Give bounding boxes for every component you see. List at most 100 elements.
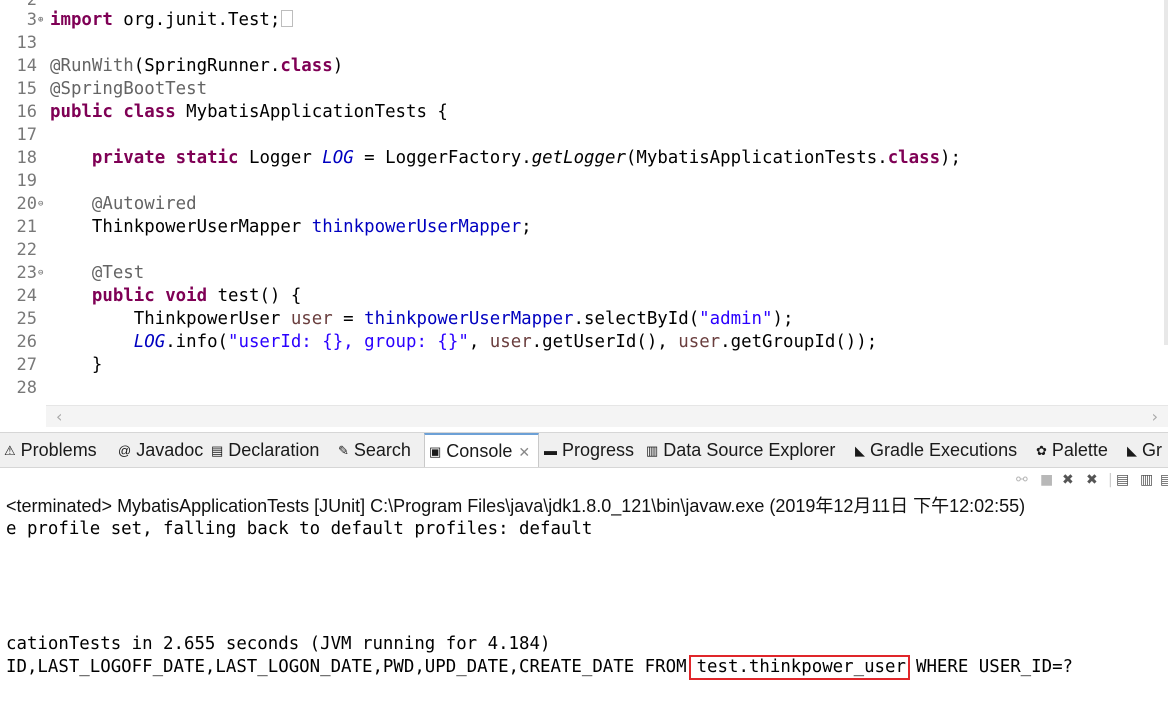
- tab-console[interactable]: ▣ Console ✕: [424, 433, 540, 467]
- tab-declaration[interactable]: ▤ Declaration: [211, 433, 319, 467]
- toolbar-separator: |: [1108, 472, 1113, 488]
- code-line: private static Logger LOG = LoggerFactor…: [50, 147, 961, 170]
- remove-launch-icon[interactable]: ✖: [1062, 472, 1074, 488]
- tab-label: Javadoc: [136, 440, 204, 460]
- word-wrap-icon[interactable]: ▤: [1160, 472, 1168, 488]
- code-token: static: [175, 148, 239, 168]
- collapsed-imports-marker[interactable]: [281, 10, 294, 27]
- code-token: ThinkpowerUser: [50, 309, 291, 329]
- code-line: @Autowired: [50, 193, 197, 216]
- tab-label: Problems: [20, 440, 97, 460]
- palette-icon: ✿: [1036, 443, 1047, 458]
- code-token: public: [91, 286, 155, 306]
- scroll-right-icon[interactable]: ›: [1152, 407, 1158, 426]
- code-editor[interactable]: 2 3 ⊕ 13 14 15 16 17 18 19 20 ⊖ 21 22 23 ⊖ 24 25 26 27 28 i…: [0, 0, 1168, 405]
- code-token: =: [332, 309, 365, 329]
- search-icon: ✎: [338, 443, 349, 458]
- code-line: LOG.info("userId: {}, group: {}", user.g…: [50, 331, 877, 354]
- code-token: public: [50, 102, 113, 122]
- line-number: 16: [16, 102, 37, 122]
- close-tab-icon[interactable]: ✕: [518, 444, 530, 460]
- progress-icon: ▬: [544, 443, 557, 458]
- code-line: ThinkpowerUserMapper thinkpowerUserMappe…: [50, 216, 532, 239]
- tab-problems[interactable]: ⚠ Problems: [4, 433, 97, 467]
- code-token: LOG: [133, 332, 166, 352]
- tab-label: Palette: [1051, 440, 1108, 460]
- code-token: void: [165, 286, 208, 306]
- horizontal-scrollbar[interactable]: ‹ ›: [46, 405, 1168, 427]
- tab-javadoc[interactable]: @ Javadoc: [118, 433, 204, 467]
- tab-gradle-executions[interactable]: ◣ Gradle Executions: [855, 433, 1017, 467]
- tab-label: Progress: [562, 440, 635, 460]
- declaration-icon: ▤: [211, 443, 224, 458]
- expand-fold-icon[interactable]: ⊕: [38, 9, 46, 32]
- code-token: ,: [468, 332, 490, 352]
- line-number: 21: [16, 217, 37, 237]
- terminate-icon[interactable]: ■: [1040, 472, 1053, 488]
- code-token: .getUserId(),: [531, 332, 679, 352]
- tab-palette[interactable]: ✿ Palette: [1036, 433, 1108, 467]
- code-token: thinkpowerUserMapper: [364, 309, 574, 329]
- code-token: ThinkpowerUserMapper: [50, 217, 312, 237]
- console-line-text: ID,LAST_LOGOFF_DATE,LAST_LOGON_DATE,PWD,…: [6, 657, 687, 677]
- code-token: MybatisApplicationTests {: [175, 102, 448, 122]
- tab-gr[interactable]: ◣ Gr: [1127, 433, 1162, 467]
- code-token: .selectById(: [573, 309, 700, 329]
- line-number: 28: [16, 378, 37, 398]
- clear-console-icon[interactable]: ▤: [1116, 472, 1129, 488]
- code-token: class: [123, 102, 176, 122]
- tab-progress[interactable]: ▬ Progress: [544, 433, 635, 467]
- code-token: @Test: [91, 263, 145, 283]
- tab-label: Data Source Explorer: [663, 440, 836, 460]
- line-number: 19: [16, 171, 37, 191]
- line-number: 15: [16, 79, 37, 99]
- pin-console-icon[interactable]: ⚯: [1016, 472, 1028, 488]
- problems-icon: ⚠: [4, 443, 16, 458]
- code-token: Logger: [238, 148, 323, 168]
- line-number: 23: [16, 263, 37, 283]
- line-number: 17: [16, 125, 37, 145]
- line-number: 13: [16, 33, 37, 53]
- vertical-scrollbar[interactable]: [1164, 0, 1168, 345]
- code-line: }: [50, 354, 102, 377]
- code-line: public void test() {: [50, 285, 301, 308]
- gradle-icon: ◣: [855, 443, 865, 458]
- code-token: import: [50, 10, 113, 30]
- scroll-lock-icon[interactable]: ▥: [1140, 472, 1153, 488]
- console-line: e profile set, falling back to default p…: [6, 519, 593, 539]
- console-line: cationTests in 2.655 seconds (JVM runnin…: [6, 634, 551, 654]
- code-token: }: [50, 355, 103, 375]
- code-token: user: [290, 309, 333, 329]
- code-token: ): [332, 56, 344, 76]
- code-token: private: [91, 148, 166, 168]
- code-token: "admin": [699, 309, 773, 329]
- tab-data-source-explorer[interactable]: ▥ Data Source Explorer: [646, 433, 836, 467]
- code-token: .getGroupId());: [720, 332, 878, 352]
- code-token: (MybatisApplicationTests.: [625, 148, 888, 168]
- code-token: LOG: [322, 148, 354, 168]
- console-line: ID,LAST_LOGOFF_DATE,LAST_LOGON_DATE,PWD,…: [6, 655, 1074, 680]
- code-token: ;: [521, 217, 532, 237]
- code-token: org.junit.Test;: [112, 10, 281, 30]
- tab-label: Search: [353, 440, 411, 460]
- console-output[interactable]: <terminated> MybatisApplicationTests [JU…: [0, 492, 1168, 727]
- code-line: @SpringBootTest: [50, 78, 207, 101]
- code-line: public class MybatisApplicationTests {: [50, 101, 448, 124]
- scroll-left-icon[interactable]: ‹: [56, 407, 62, 426]
- console-line-text: WHERE USER_ID=?: [915, 657, 1074, 677]
- code-token: "userId: {}, group: {}": [228, 332, 469, 352]
- javadoc-icon: @: [118, 443, 132, 458]
- code-line: @RunWith(SpringRunner.class): [50, 55, 343, 78]
- line-number: 3: [26, 10, 37, 30]
- code-token: @RunWith: [50, 56, 134, 76]
- highlighted-table-name: test.thinkpower_user: [688, 655, 910, 680]
- remove-all-terminated-icon[interactable]: ✖: [1086, 472, 1098, 488]
- tab-search[interactable]: ✎ Search: [338, 433, 411, 467]
- line-number-gutter: 2 3 ⊕ 13 14 15 16 17 18 19 20 ⊖ 21 22 23 ⊖ 24 25 26 27 28: [0, 0, 46, 405]
- code-line: @Test: [50, 262, 144, 285]
- collapse-fold-icon[interactable]: ⊖: [38, 193, 46, 216]
- collapse-fold-icon[interactable]: ⊖: [38, 262, 46, 285]
